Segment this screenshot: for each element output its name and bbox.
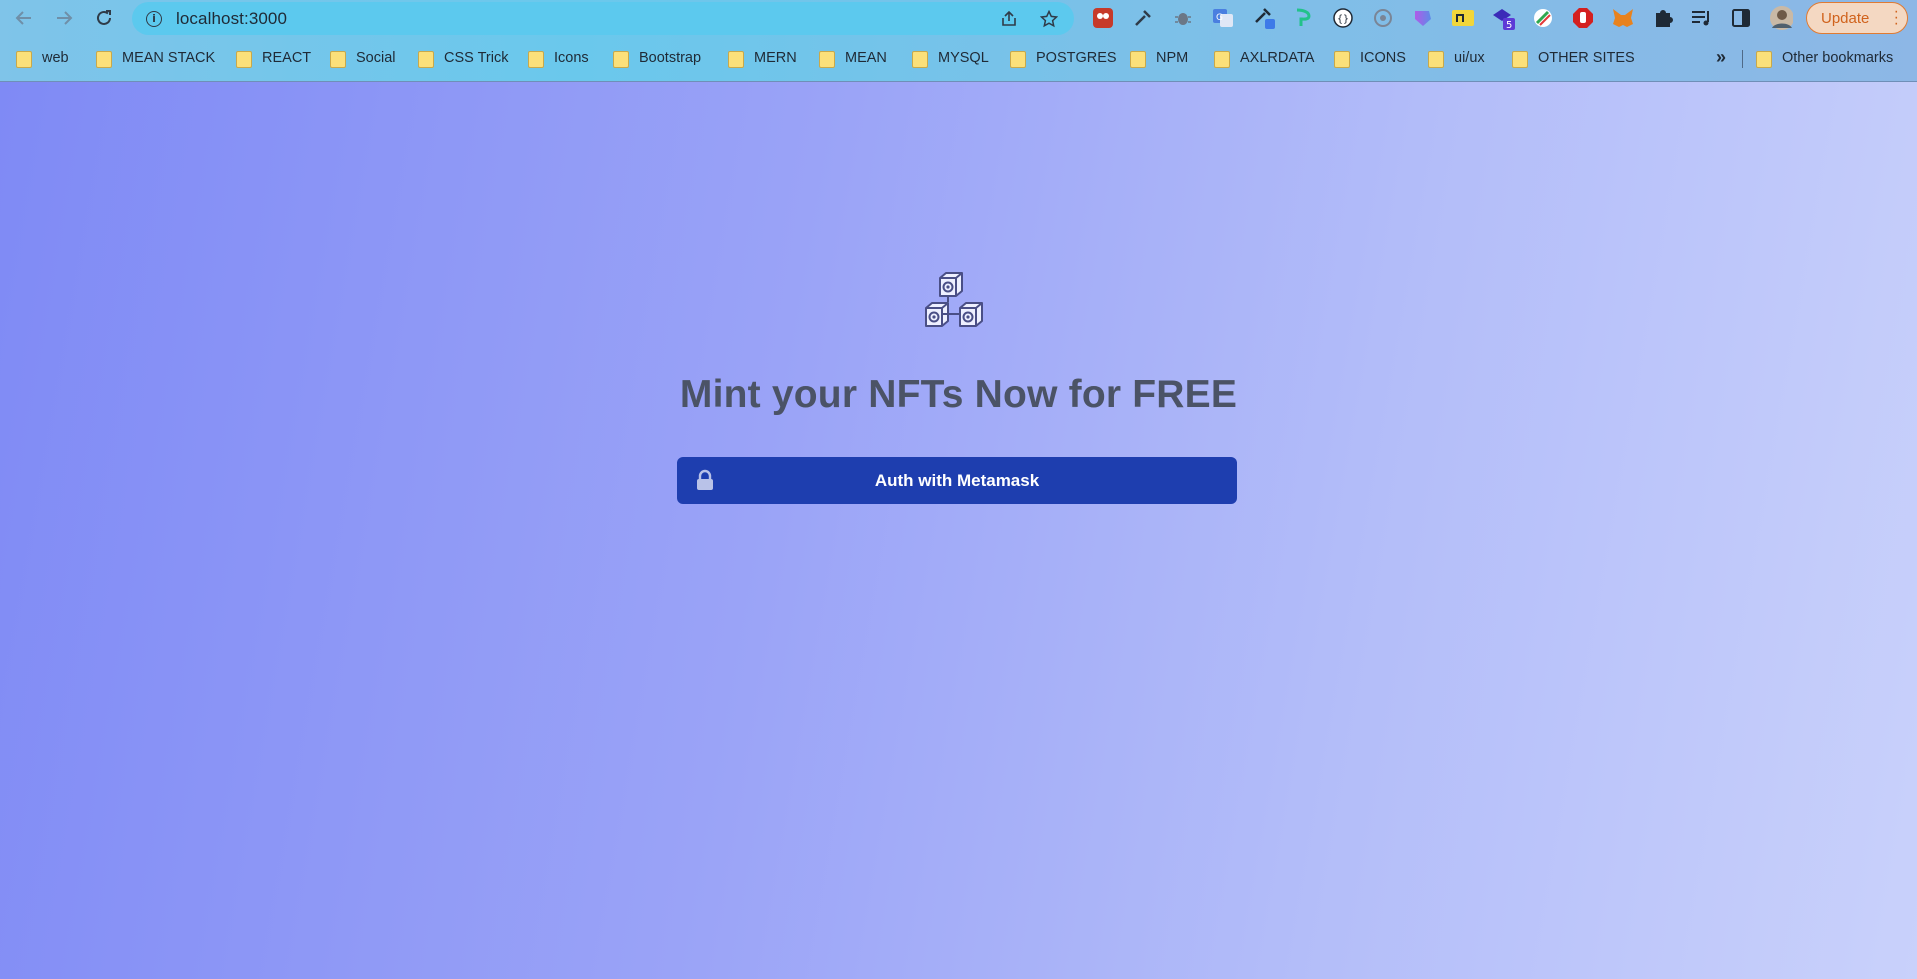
bookmark-folder[interactable]: web	[16, 44, 69, 72]
extension-green-icon[interactable]	[1291, 6, 1315, 30]
extension-badge-count: 5	[1506, 20, 1512, 31]
folder-icon	[613, 50, 629, 68]
update-button[interactable]: Update · · ·	[1806, 2, 1908, 34]
extension-red-icon[interactable]	[1091, 6, 1115, 30]
reload-button[interactable]	[90, 4, 118, 32]
folder-icon	[1428, 50, 1444, 68]
bookmark-folder[interactable]: OTHER SITES	[1512, 44, 1635, 72]
stop-hand-icon[interactable]	[1571, 6, 1595, 30]
extension-braces-icon[interactable]: {}	[1331, 6, 1355, 30]
back-button[interactable]	[10, 4, 38, 32]
bookmark-folder[interactable]: CSS Trick	[418, 44, 508, 72]
bug-icon[interactable]	[1171, 6, 1195, 30]
extension-timer-icon[interactable]	[1371, 6, 1395, 30]
google-translate-icon[interactable]: G	[1211, 6, 1235, 30]
url-text: localhost:3000	[176, 8, 288, 28]
bookmark-star-icon[interactable]	[1038, 8, 1060, 30]
page-content: Mint your NFTs Now for FREE Auth with Me…	[0, 82, 1917, 979]
auth-metamask-button[interactable]: Auth with Metamask	[677, 457, 1237, 504]
svg-text:{}: {}	[1337, 14, 1349, 25]
bookmark-folder[interactable]: MERN	[728, 44, 797, 72]
folder-icon	[819, 50, 835, 68]
bookmark-folder[interactable]: POSTGRES	[1010, 44, 1117, 72]
site-info-icon[interactable]: i	[146, 10, 162, 27]
bookmark-folder[interactable]: REACT	[236, 44, 311, 72]
bookmark-folder[interactable]: Social	[330, 44, 396, 72]
folder-icon	[728, 50, 744, 68]
bookmark-folder[interactable]: Bootstrap	[613, 44, 701, 72]
bookmark-folder[interactable]: AXLRDATA	[1214, 44, 1314, 72]
back-arrow-icon	[15, 11, 31, 25]
folder-icon	[1214, 50, 1230, 68]
bookmarks-divider	[1742, 50, 1743, 68]
bookmarks-bar: web MEAN STACK REACT Social CSS Trick Ic…	[0, 44, 1917, 74]
forward-arrow-icon	[57, 11, 73, 25]
bookmark-folder[interactable]: ui/ux	[1428, 44, 1485, 72]
extension-gradient-icon[interactable]	[1411, 6, 1435, 30]
folder-icon	[1010, 50, 1026, 68]
bookmark-folder[interactable]: MEAN STACK	[96, 44, 215, 72]
side-panel-icon[interactable]	[1729, 6, 1753, 30]
extension-yellow-icon[interactable]	[1451, 6, 1475, 30]
folder-icon	[16, 50, 32, 68]
metamask-fox-icon[interactable]	[1611, 6, 1635, 30]
profile-avatar[interactable]	[1769, 6, 1793, 30]
bookmark-folder[interactable]: ICONS	[1334, 44, 1406, 72]
folder-icon	[236, 50, 252, 68]
folder-icon	[912, 50, 928, 68]
folder-icon	[96, 50, 112, 68]
folder-icon	[1130, 50, 1146, 68]
bookmarks-overflow-icon[interactable]: »	[1716, 47, 1726, 68]
nft-cubes-logo-icon	[925, 272, 983, 327]
color-picker-icon[interactable]	[1253, 6, 1277, 30]
bookmark-folder[interactable]: NPM	[1130, 44, 1188, 72]
bookmark-folder[interactable]: Icons	[528, 44, 589, 72]
kebab-menu-icon[interactable]: · · ·	[1894, 4, 1899, 32]
folder-icon	[1334, 50, 1350, 68]
extensions-puzzle-icon[interactable]	[1651, 6, 1675, 30]
bookmark-folder[interactable]: MEAN	[819, 44, 887, 72]
lock-icon	[697, 469, 713, 490]
folder-icon	[1512, 50, 1528, 68]
bookmark-folder[interactable]: MYSQL	[912, 44, 989, 72]
browser-toolbar: i localhost:3000 G {} 5 Update · · ·	[0, 0, 1917, 37]
eyedropper-icon[interactable]	[1131, 6, 1155, 30]
folder-icon	[528, 50, 544, 68]
folder-icon	[1756, 50, 1772, 68]
browser-chrome: i localhost:3000 G {} 5 Update · · · web…	[0, 0, 1917, 82]
address-bar[interactable]: i localhost:3000	[132, 2, 1074, 35]
auth-button-label: Auth with Metamask	[874, 470, 1040, 490]
page-title: Mint your NFTs Now for FREE	[679, 373, 1238, 416]
svg-text:G: G	[1216, 13, 1223, 23]
folder-icon	[330, 50, 346, 68]
update-label: Update	[1821, 9, 1870, 27]
reload-icon	[97, 10, 111, 25]
forward-button[interactable]	[50, 4, 78, 32]
folder-icon	[418, 50, 434, 68]
extension-multicolor-icon[interactable]	[1531, 6, 1555, 30]
extension-purple-badge-icon[interactable]: 5	[1491, 6, 1515, 31]
other-bookmarks-folder[interactable]: Other bookmarks	[1756, 44, 1893, 72]
reading-list-icon[interactable]	[1689, 6, 1713, 30]
share-icon[interactable]	[998, 8, 1020, 30]
